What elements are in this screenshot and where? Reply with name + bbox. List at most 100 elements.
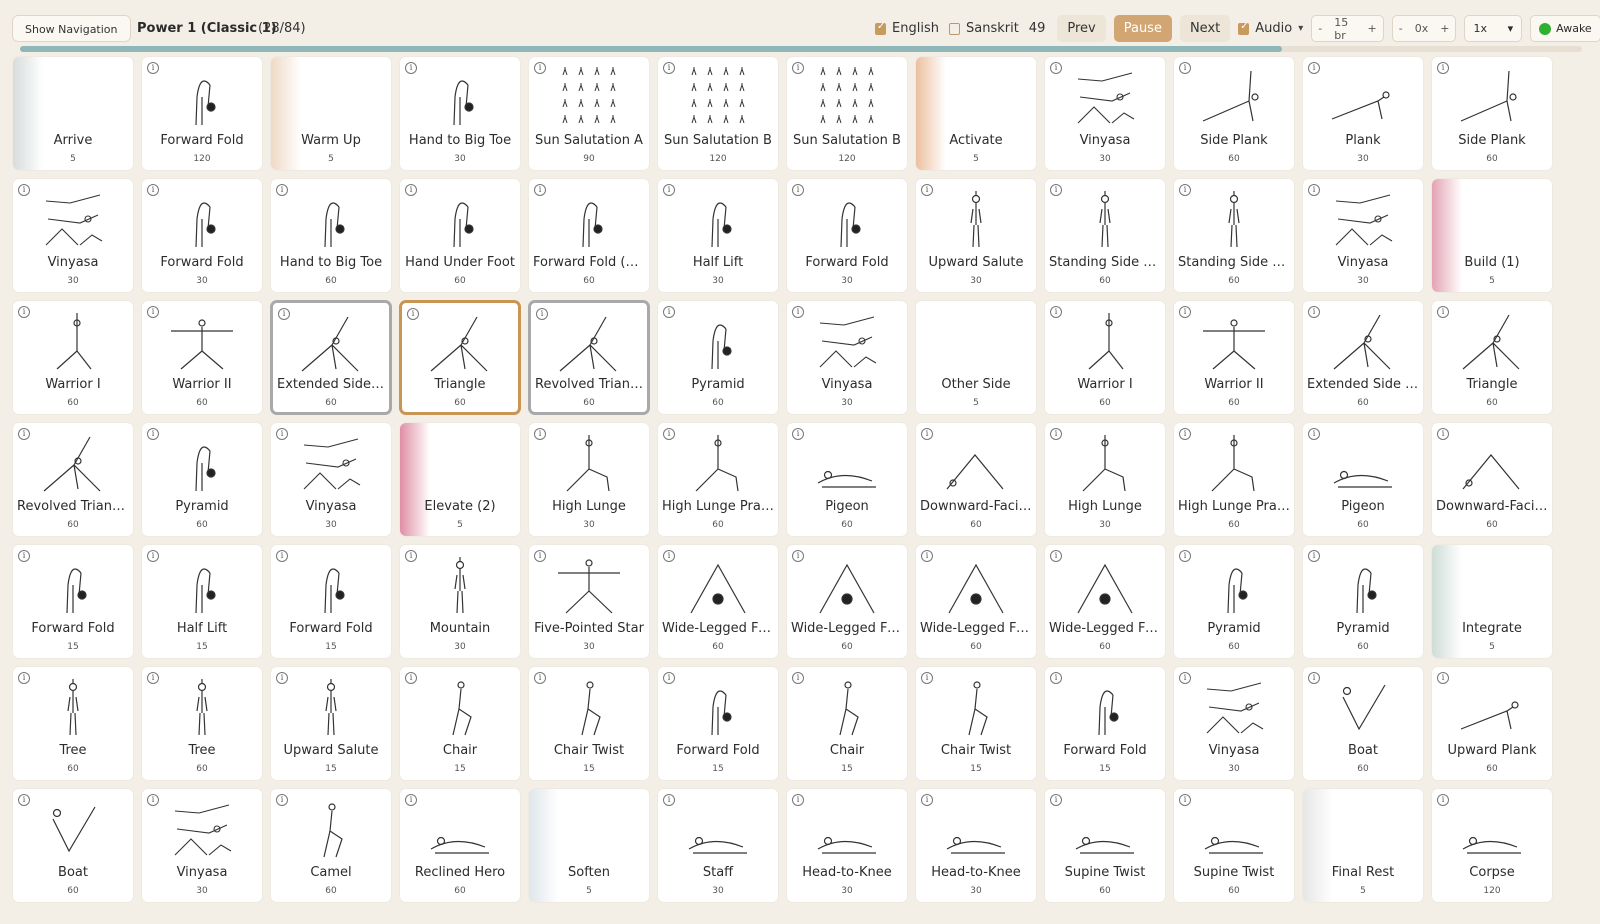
info-icon[interactable]: i [276,550,288,562]
pose-card[interactable]: i Extended Side An... 60 [1302,300,1424,415]
pose-card[interactable]: i Supine Twist 60 [1044,788,1166,903]
pose-card[interactable]: i Standing Side Be... 60 [1044,178,1166,293]
pose-card[interactable]: i Extended Side An... 60 [270,300,392,415]
info-icon[interactable]: i [1179,550,1191,562]
pose-card[interactable]: i Vinyasa 30 [12,178,134,293]
section-card[interactable]: Arrive 5 [12,56,134,171]
section-card[interactable]: Elevate (2) 5 [399,422,521,537]
pose-card[interactable]: i Wide-Legged For... 60 [786,544,908,659]
section-card[interactable]: Soften 5 [528,788,650,903]
pose-card[interactable]: i Sun Salutation A 90 [528,56,650,171]
pose-card[interactable]: i Sun Salutation B 120 [657,56,779,171]
info-icon[interactable]: i [276,428,288,440]
info-icon[interactable]: i [147,62,159,74]
pose-card[interactable]: i Hand to Big Toe 30 [399,56,521,171]
info-icon[interactable]: i [147,672,159,684]
info-icon[interactable]: i [663,306,675,318]
info-icon[interactable]: i [278,308,290,320]
info-icon[interactable]: i [792,794,804,806]
info-icon[interactable]: i [663,184,675,196]
info-icon[interactable]: i [405,62,417,74]
info-icon[interactable]: i [1050,184,1062,196]
info-icon[interactable]: i [18,550,30,562]
pose-card[interactable]: i Triangle 60 [399,300,521,415]
info-icon[interactable]: i [534,428,546,440]
info-icon[interactable]: i [921,672,933,684]
pose-card[interactable]: i Forward Fold 15 [12,544,134,659]
info-icon[interactable]: i [1437,794,1449,806]
info-icon[interactable]: i [1308,428,1320,440]
pose-card[interactable]: i Forward Fold 15 [657,666,779,781]
pose-card[interactable]: i Side Plank 60 [1431,56,1553,171]
info-icon[interactable]: i [18,184,30,196]
info-icon[interactable]: i [921,550,933,562]
pose-card[interactable]: i Wide-Legged For... 60 [915,544,1037,659]
pose-card[interactable]: i Forward Fold 30 [141,178,263,293]
info-icon[interactable]: i [663,62,675,74]
pause-button[interactable]: Pause [1113,15,1172,42]
info-icon[interactable]: i [147,306,159,318]
info-icon[interactable]: i [792,306,804,318]
info-icon[interactable]: i [792,550,804,562]
pose-card[interactable]: i Head-to-Knee 30 [786,788,908,903]
pose-card[interactable]: i Half Lift 15 [141,544,263,659]
show-navigation-button[interactable]: Show Navigation [12,15,131,42]
pose-card[interactable]: i Tree 60 [141,666,263,781]
info-icon[interactable]: i [276,794,288,806]
info-icon[interactable]: i [405,672,417,684]
pose-card[interactable]: i Chair 15 [786,666,908,781]
pose-card[interactable]: i Warrior II 60 [141,300,263,415]
info-icon[interactable]: i [1050,672,1062,684]
pose-card[interactable]: i Side Plank 60 [1173,56,1295,171]
pose-card[interactable]: i Wide-Legged For... 60 [657,544,779,659]
info-icon[interactable]: i [1050,306,1062,318]
info-icon[interactable]: i [921,428,933,440]
sequence-progress-bar[interactable] [20,46,1582,52]
info-icon[interactable]: i [1179,62,1191,74]
pose-card[interactable]: i Pigeon 60 [786,422,908,537]
info-icon[interactable]: i [534,184,546,196]
pose-card[interactable]: i Triangle 60 [1431,300,1553,415]
pose-card[interactable]: i Five-Pointed Star 30 [528,544,650,659]
info-icon[interactable]: i [1179,184,1191,196]
info-icon[interactable]: i [1308,184,1320,196]
awake-toggle[interactable]: Awake [1530,15,1600,42]
pose-card[interactable]: i Chair Twist 15 [915,666,1037,781]
info-icon[interactable]: i [1050,794,1062,806]
pose-card[interactable]: i Plank 30 [1302,56,1424,171]
info-icon[interactable]: i [147,794,159,806]
pose-card[interactable]: i Downward-Facin... 60 [915,422,1037,537]
pose-card[interactable]: i Camel 60 [270,788,392,903]
pose-card[interactable]: i Vinyasa 30 [270,422,392,537]
pose-card[interactable]: i Forward Fold 15 [270,544,392,659]
pose-card[interactable]: i Half Lift 30 [657,178,779,293]
pose-card[interactable]: i Upward Salute 30 [915,178,1037,293]
info-icon[interactable]: i [405,794,417,806]
pose-card[interactable]: i Forward Fold 15 [1044,666,1166,781]
pose-card[interactable]: i Mountain 30 [399,544,521,659]
section-card[interactable]: Final Rest 5 [1302,788,1424,903]
pose-card[interactable]: i Pyramid 60 [1302,544,1424,659]
info-icon[interactable]: i [18,672,30,684]
info-icon[interactable]: i [1050,62,1062,74]
pose-card[interactable]: i Vinyasa 30 [141,788,263,903]
pose-card[interactable]: i Downward-Facin... 60 [1431,422,1553,537]
info-icon[interactable]: i [407,308,419,320]
info-icon[interactable]: i [1179,428,1191,440]
info-icon[interactable]: i [663,428,675,440]
info-icon[interactable]: i [1437,428,1449,440]
pose-card[interactable]: i Warrior I 60 [12,300,134,415]
pose-card[interactable]: i Upward Salute 15 [270,666,392,781]
info-icon[interactable]: i [921,184,933,196]
pose-card[interactable]: i Tree 60 [12,666,134,781]
speed-select[interactable]: 1x ▾ [1464,15,1523,42]
pose-card[interactable]: i Forward Fold 30 [786,178,908,293]
info-icon[interactable]: i [792,184,804,196]
info-icon[interactable]: i [1308,306,1320,318]
pose-card[interactable]: i Vinyasa 30 [786,300,908,415]
section-card[interactable]: Warm Up 5 [270,56,392,171]
pose-card[interactable]: i Hand to Big Toe 60 [270,178,392,293]
english-checkbox[interactable] [875,21,887,35]
info-icon[interactable]: i [663,550,675,562]
pose-card[interactable]: i Upward Plank 60 [1431,666,1553,781]
